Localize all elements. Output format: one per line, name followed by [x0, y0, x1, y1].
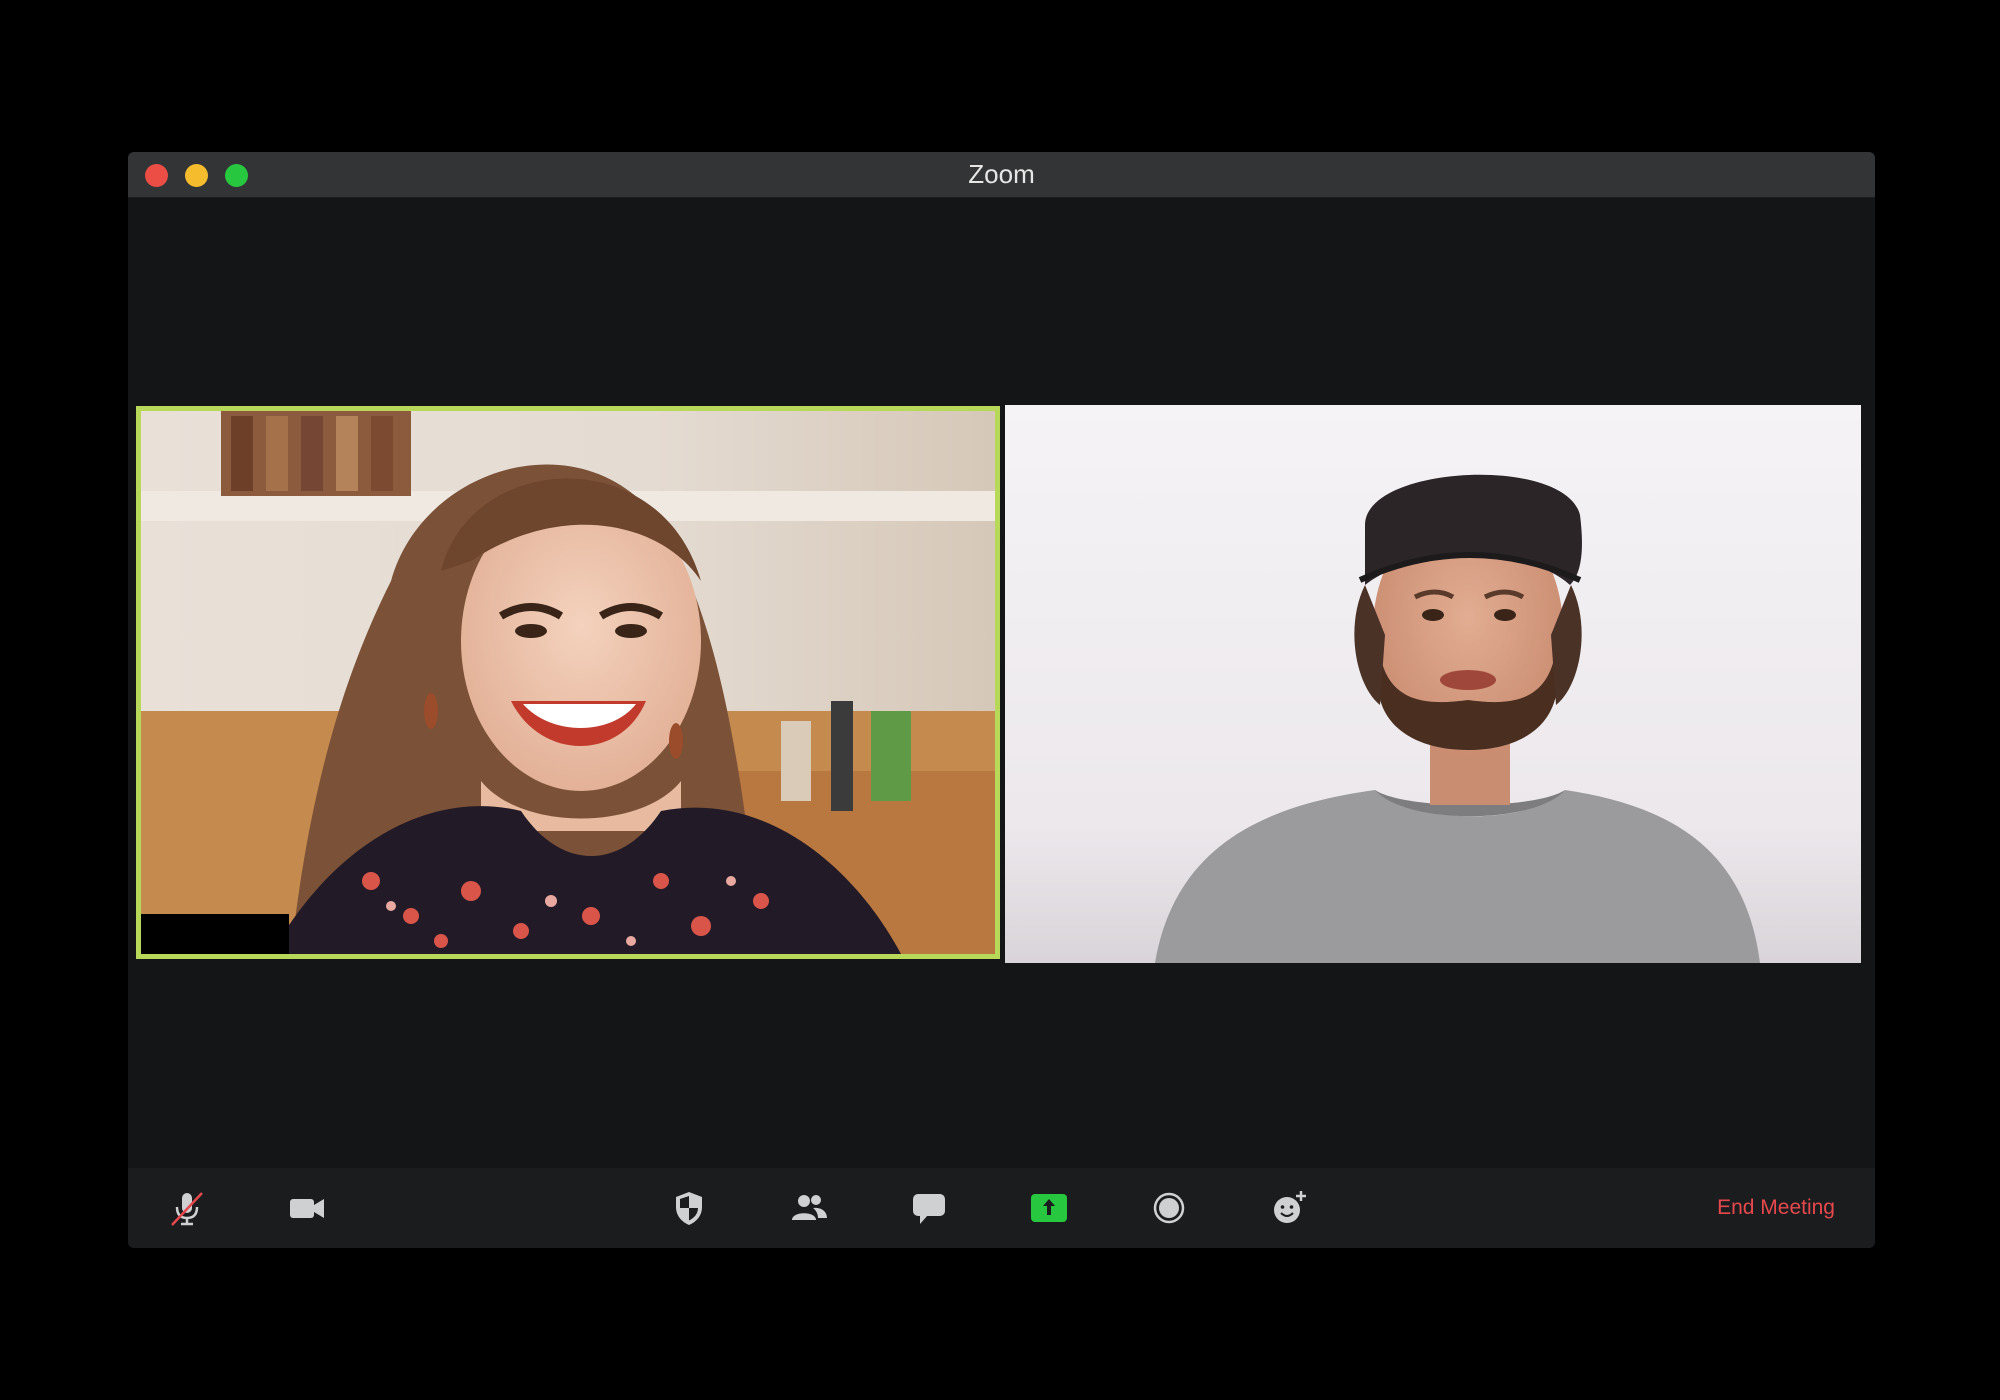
- participant-video-feed-2: [1005, 405, 1861, 963]
- participant-video-feed: [141, 411, 995, 954]
- share-screen-button[interactable]: [1009, 1168, 1089, 1248]
- record-icon: [1153, 1192, 1185, 1224]
- participant-video-tile-2[interactable]: [1005, 405, 1861, 963]
- emoji-add-icon: [1274, 1191, 1306, 1223]
- people-icon: [792, 1195, 827, 1220]
- video-camera-icon: [290, 1199, 324, 1218]
- participant-video-tile[interactable]: [136, 406, 1000, 959]
- window-title: Zoom: [968, 159, 1035, 189]
- participants-button[interactable]: [769, 1168, 849, 1248]
- chat-bubble-icon: [913, 1194, 945, 1224]
- end-meeting-button[interactable]: End Meeting: [1717, 1168, 1835, 1248]
- reactions-button[interactable]: [1249, 1168, 1329, 1248]
- mute-button[interactable]: [147, 1168, 227, 1248]
- participant-name-label: [141, 914, 289, 954]
- chat-button[interactable]: [889, 1168, 969, 1248]
- zoom-window: Zoom End Meeting: [128, 152, 1875, 1248]
- microphone-muted-icon: [171, 1192, 203, 1226]
- share-screen-icon: [1031, 1194, 1067, 1222]
- title-bar: Zoom: [128, 152, 1875, 198]
- shield-icon: [676, 1192, 702, 1225]
- meeting-toolbar: End Meeting: [128, 1168, 1875, 1248]
- record-button[interactable]: [1129, 1168, 1209, 1248]
- security-button[interactable]: [649, 1168, 729, 1248]
- video-button[interactable]: [267, 1168, 347, 1248]
